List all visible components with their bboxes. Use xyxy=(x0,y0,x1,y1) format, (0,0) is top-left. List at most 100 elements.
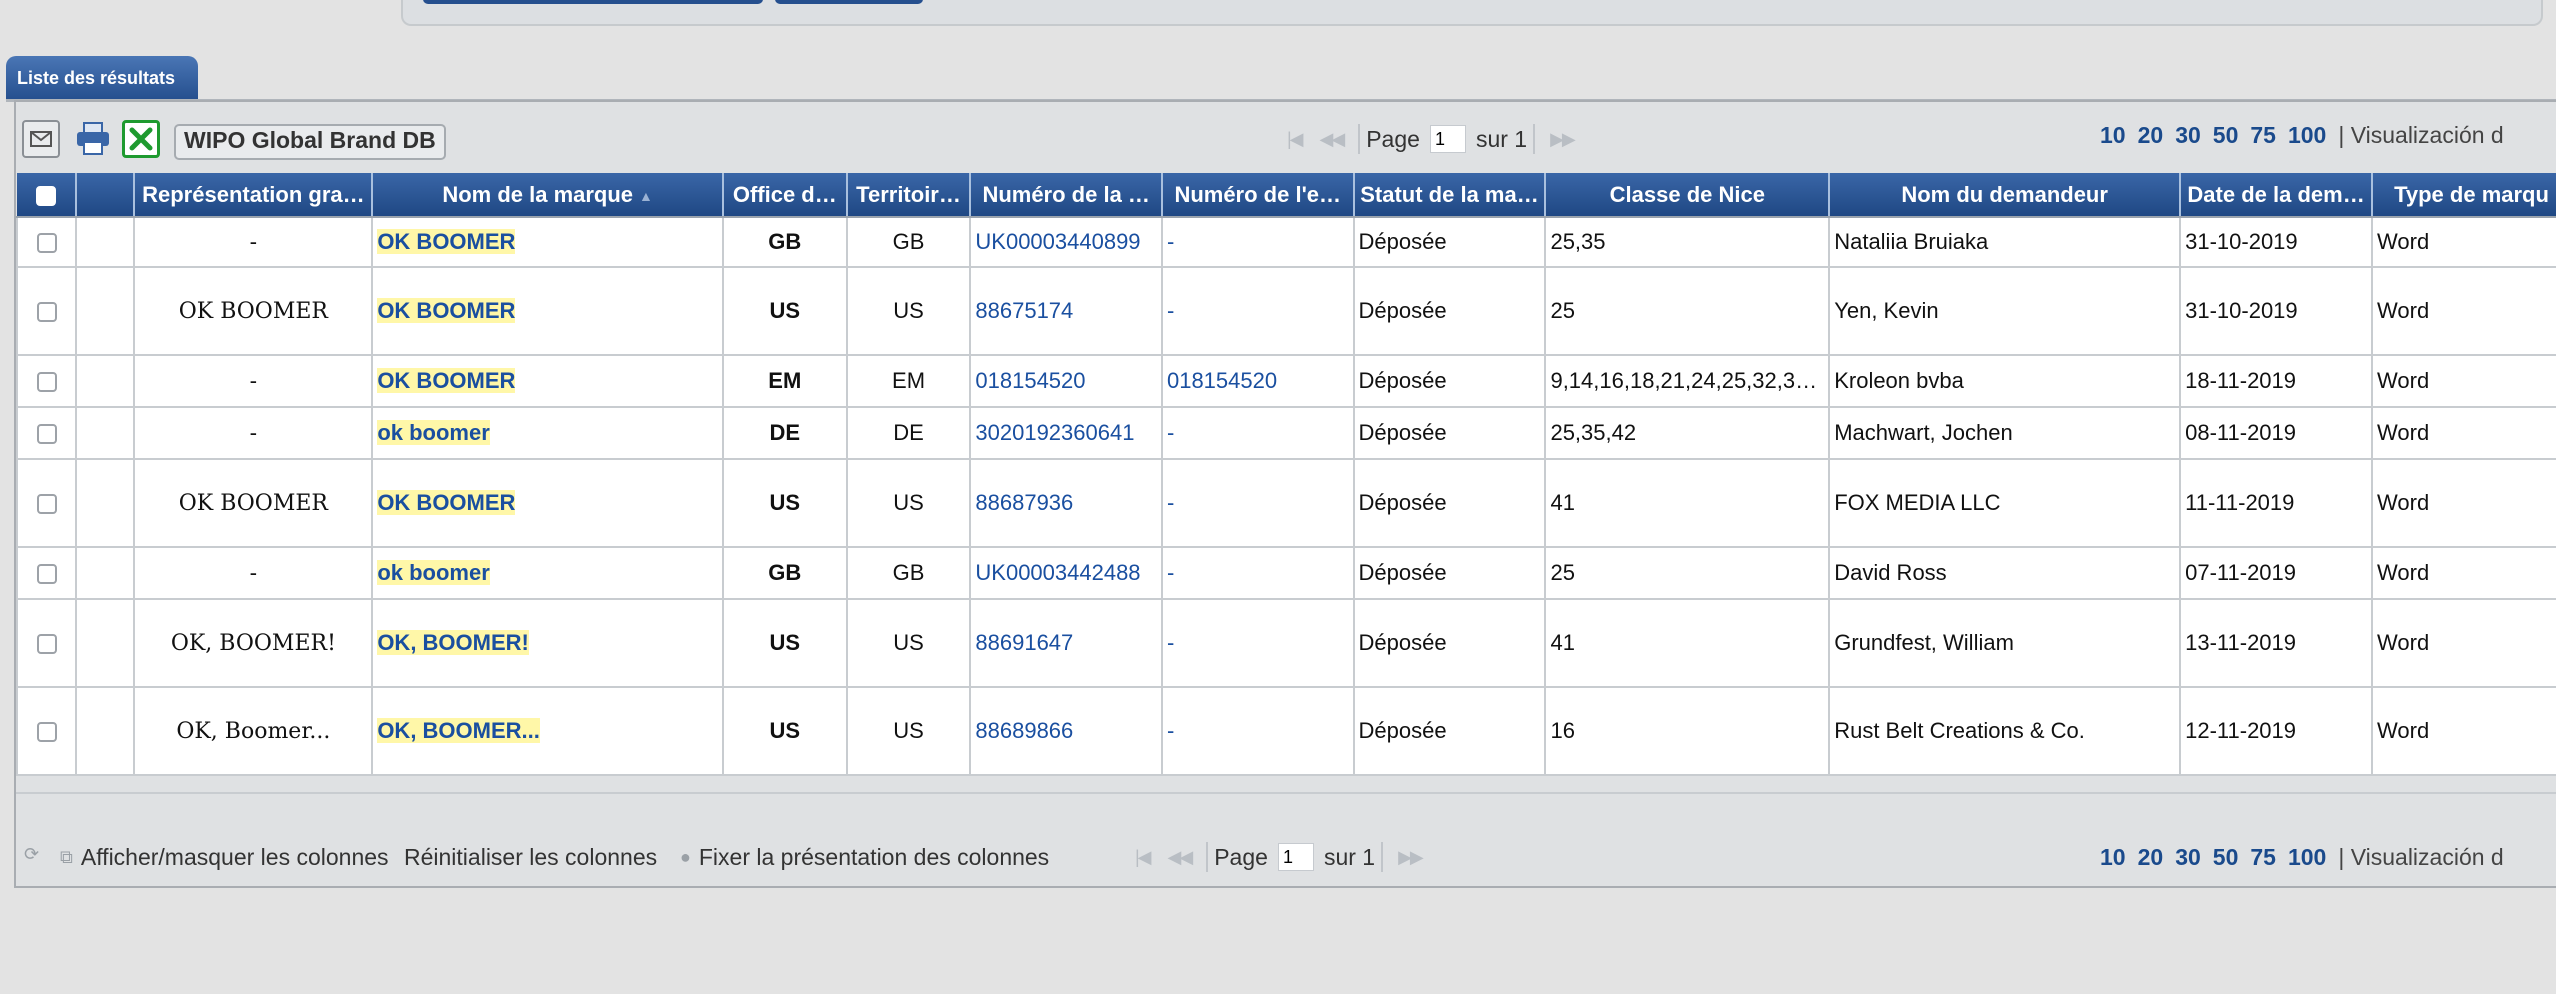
rows-per-page-20[interactable]: 20 xyxy=(2138,122,2164,149)
reset-columns-button[interactable]: Réinitialiser les colonnes xyxy=(404,844,657,871)
rows-per-page-20[interactable]: 20 xyxy=(2138,844,2164,871)
row-checkbox[interactable] xyxy=(36,634,57,655)
first-page-icon[interactable]: |◀ xyxy=(1135,847,1151,868)
registration-number[interactable]: - xyxy=(1160,406,1355,460)
tab-results-list[interactable]: Liste des résultats xyxy=(6,56,198,100)
brand-name-link[interactable]: OK BOOMER xyxy=(377,298,516,323)
page-label: Page xyxy=(1366,125,1420,152)
reset-columns-label: Réinitialiser les colonnes xyxy=(404,844,658,870)
status-text: Déposée xyxy=(1352,458,1547,548)
application-number[interactable]: 3020192360641 xyxy=(969,406,1163,460)
brand-name-link[interactable]: OK BOOMER xyxy=(377,229,516,254)
toggle-columns-button[interactable]: ⧉ Afficher/masquer les colonnes xyxy=(60,844,389,871)
application-date: 08-11-2019 xyxy=(2179,406,2374,460)
prev-page-icon[interactable]: ◀◀ xyxy=(1168,847,1194,868)
print-icon[interactable] xyxy=(74,120,112,158)
registration-number[interactable]: - xyxy=(1160,546,1355,600)
row-checkbox[interactable] xyxy=(36,564,57,585)
row-checkbox[interactable] xyxy=(36,424,57,445)
row-checkbox[interactable] xyxy=(36,494,57,515)
application-number[interactable]: 88691647 xyxy=(969,598,1163,688)
row-actions-cell xyxy=(75,406,136,460)
header-select-all[interactable] xyxy=(17,173,78,218)
row-checkbox-cell xyxy=(15,598,78,688)
registration-number[interactable]: - xyxy=(1160,458,1355,548)
header-number[interactable]: Numéro de la … xyxy=(970,173,1163,218)
registration-number[interactable]: - xyxy=(1160,598,1355,688)
application-number[interactable]: UK00003442488 xyxy=(969,546,1163,600)
pin-icon: ● xyxy=(680,847,691,867)
row-checkbox-cell xyxy=(15,406,78,460)
registration-number[interactable]: - xyxy=(1160,216,1355,268)
rows-per-page-75[interactable]: 75 xyxy=(2250,122,2276,149)
search-button[interactable] xyxy=(423,0,763,4)
rows-per-page-10[interactable]: 10 xyxy=(2100,122,2126,149)
brand-name-link[interactable]: OK BOOMER xyxy=(377,490,516,515)
application-date: 11-11-2019 xyxy=(2179,458,2374,548)
rows-per-page-100[interactable]: 100 xyxy=(2288,122,2326,149)
table-row[interactable]: OK, Boomer... OK, BOOMER... US US 88689866- D… xyxy=(15,686,2556,776)
registration-number[interactable]: 018154520 xyxy=(1160,354,1355,408)
table-row[interactable]: - OK BOOMER EM EM 018154520 018154520 Déposée 9… xyxy=(15,354,2556,408)
next-page-icon[interactable]: ▶▶ xyxy=(1550,129,1576,150)
rows-per-page-50[interactable]: 50 xyxy=(2213,122,2239,149)
rows-per-page-10[interactable]: 10 xyxy=(2100,844,2126,871)
rows-per-page-30[interactable]: 30 xyxy=(2175,122,2201,149)
header-image[interactable]: Représentation gra… xyxy=(134,173,374,218)
header-nice-class[interactable]: Classe de Nice xyxy=(1545,173,1831,218)
prev-page-icon[interactable]: ◀◀ xyxy=(1320,129,1346,150)
office-code: US xyxy=(721,458,848,548)
rows-per-page-100[interactable]: 100 xyxy=(2288,844,2326,871)
email-icon[interactable] xyxy=(22,120,60,158)
brand-name-link[interactable]: OK, BOOMER... xyxy=(377,718,540,743)
header-brand-name[interactable]: Nom de la marque ▲ xyxy=(372,173,724,218)
table-row[interactable]: OK BOOMER OK BOOMER US US 88687936- Déposée 41… xyxy=(15,458,2556,548)
header-status[interactable]: Statut de la ma… xyxy=(1353,173,1547,218)
rows-per-page-75[interactable]: 75 xyxy=(2250,844,2276,871)
sort-icon[interactable]: ▲ xyxy=(639,188,653,204)
row-checkbox[interactable] xyxy=(36,233,57,254)
applicant-name: Kroleon bvba xyxy=(1828,354,2182,408)
select-all-checkbox[interactable] xyxy=(36,185,57,206)
header-reg-number[interactable]: Numéro de l'e… xyxy=(1161,173,1355,218)
page-input[interactable] xyxy=(1277,843,1314,871)
brand-name-link[interactable]: OK BOOMER xyxy=(377,368,516,393)
table-row[interactable]: - ok boomer GB GB UK00003442488- Déposée 25 Dav… xyxy=(15,546,2556,600)
row-checkbox[interactable] xyxy=(36,302,57,323)
application-number[interactable]: 88675174 xyxy=(969,266,1163,356)
rows-per-page-30[interactable]: 30 xyxy=(2175,844,2201,871)
header-date[interactable]: Date de la dem… xyxy=(2180,173,2374,218)
header-territory[interactable]: Territoir… xyxy=(846,173,972,218)
horizontal-scrollbar[interactable] xyxy=(16,792,2556,824)
header-applicant[interactable]: Nom du demandeur xyxy=(1829,173,2182,218)
application-number[interactable]: UK00003440899 xyxy=(969,216,1163,268)
table-row[interactable]: OK BOOMER OK BOOMER US US 88675174- Déposée 25… xyxy=(15,266,2556,356)
brand-name-link[interactable]: OK, BOOMER! xyxy=(377,630,529,655)
application-number[interactable]: 88689866 xyxy=(969,686,1163,776)
rows-per-page-50[interactable]: 50 xyxy=(2213,844,2239,871)
application-number[interactable]: 018154520 xyxy=(969,354,1163,408)
registration-number[interactable]: - xyxy=(1160,686,1355,776)
first-page-icon[interactable]: |◀ xyxy=(1287,129,1303,150)
table-header-row: Représentation gra… Nom de la marque ▲ Of… xyxy=(17,173,2556,218)
table-row[interactable]: OK, BOOMER! OK, BOOMER! US US 88691647- Dépos… xyxy=(15,598,2556,688)
table-row[interactable]: - ok boomer DE DE 3020192360641- Déposée 25,35… xyxy=(15,406,2556,460)
header-office[interactable]: Office d… xyxy=(722,173,848,218)
refresh-icon[interactable]: ⟳ xyxy=(24,844,47,865)
excel-export-icon[interactable] xyxy=(122,120,160,158)
row-checkbox[interactable] xyxy=(36,722,57,743)
table-row[interactable]: - OK BOOMER GB GB UK00003440899- Déposée 25,35… xyxy=(15,216,2556,268)
brand-name-link[interactable]: ok boomer xyxy=(377,560,490,585)
fix-columns-button[interactable]: ● Fixer la présentation des colonnes xyxy=(680,844,1049,871)
brand-name-link[interactable]: ok boomer xyxy=(377,420,490,445)
row-checkbox[interactable] xyxy=(36,372,57,393)
next-page-icon[interactable]: ▶▶ xyxy=(1398,847,1424,868)
reset-button[interactable] xyxy=(775,0,923,4)
application-number[interactable]: 88687936 xyxy=(969,458,1163,548)
brand-name: OK BOOMER xyxy=(371,216,724,268)
wipo-global-brand-db-button[interactable]: WIPO Global Brand DB xyxy=(174,124,446,160)
page-input[interactable] xyxy=(1429,125,1466,153)
header-type[interactable]: Type de marqu xyxy=(2372,173,2556,218)
registration-number[interactable]: - xyxy=(1160,266,1355,356)
office-code: DE xyxy=(721,406,848,460)
